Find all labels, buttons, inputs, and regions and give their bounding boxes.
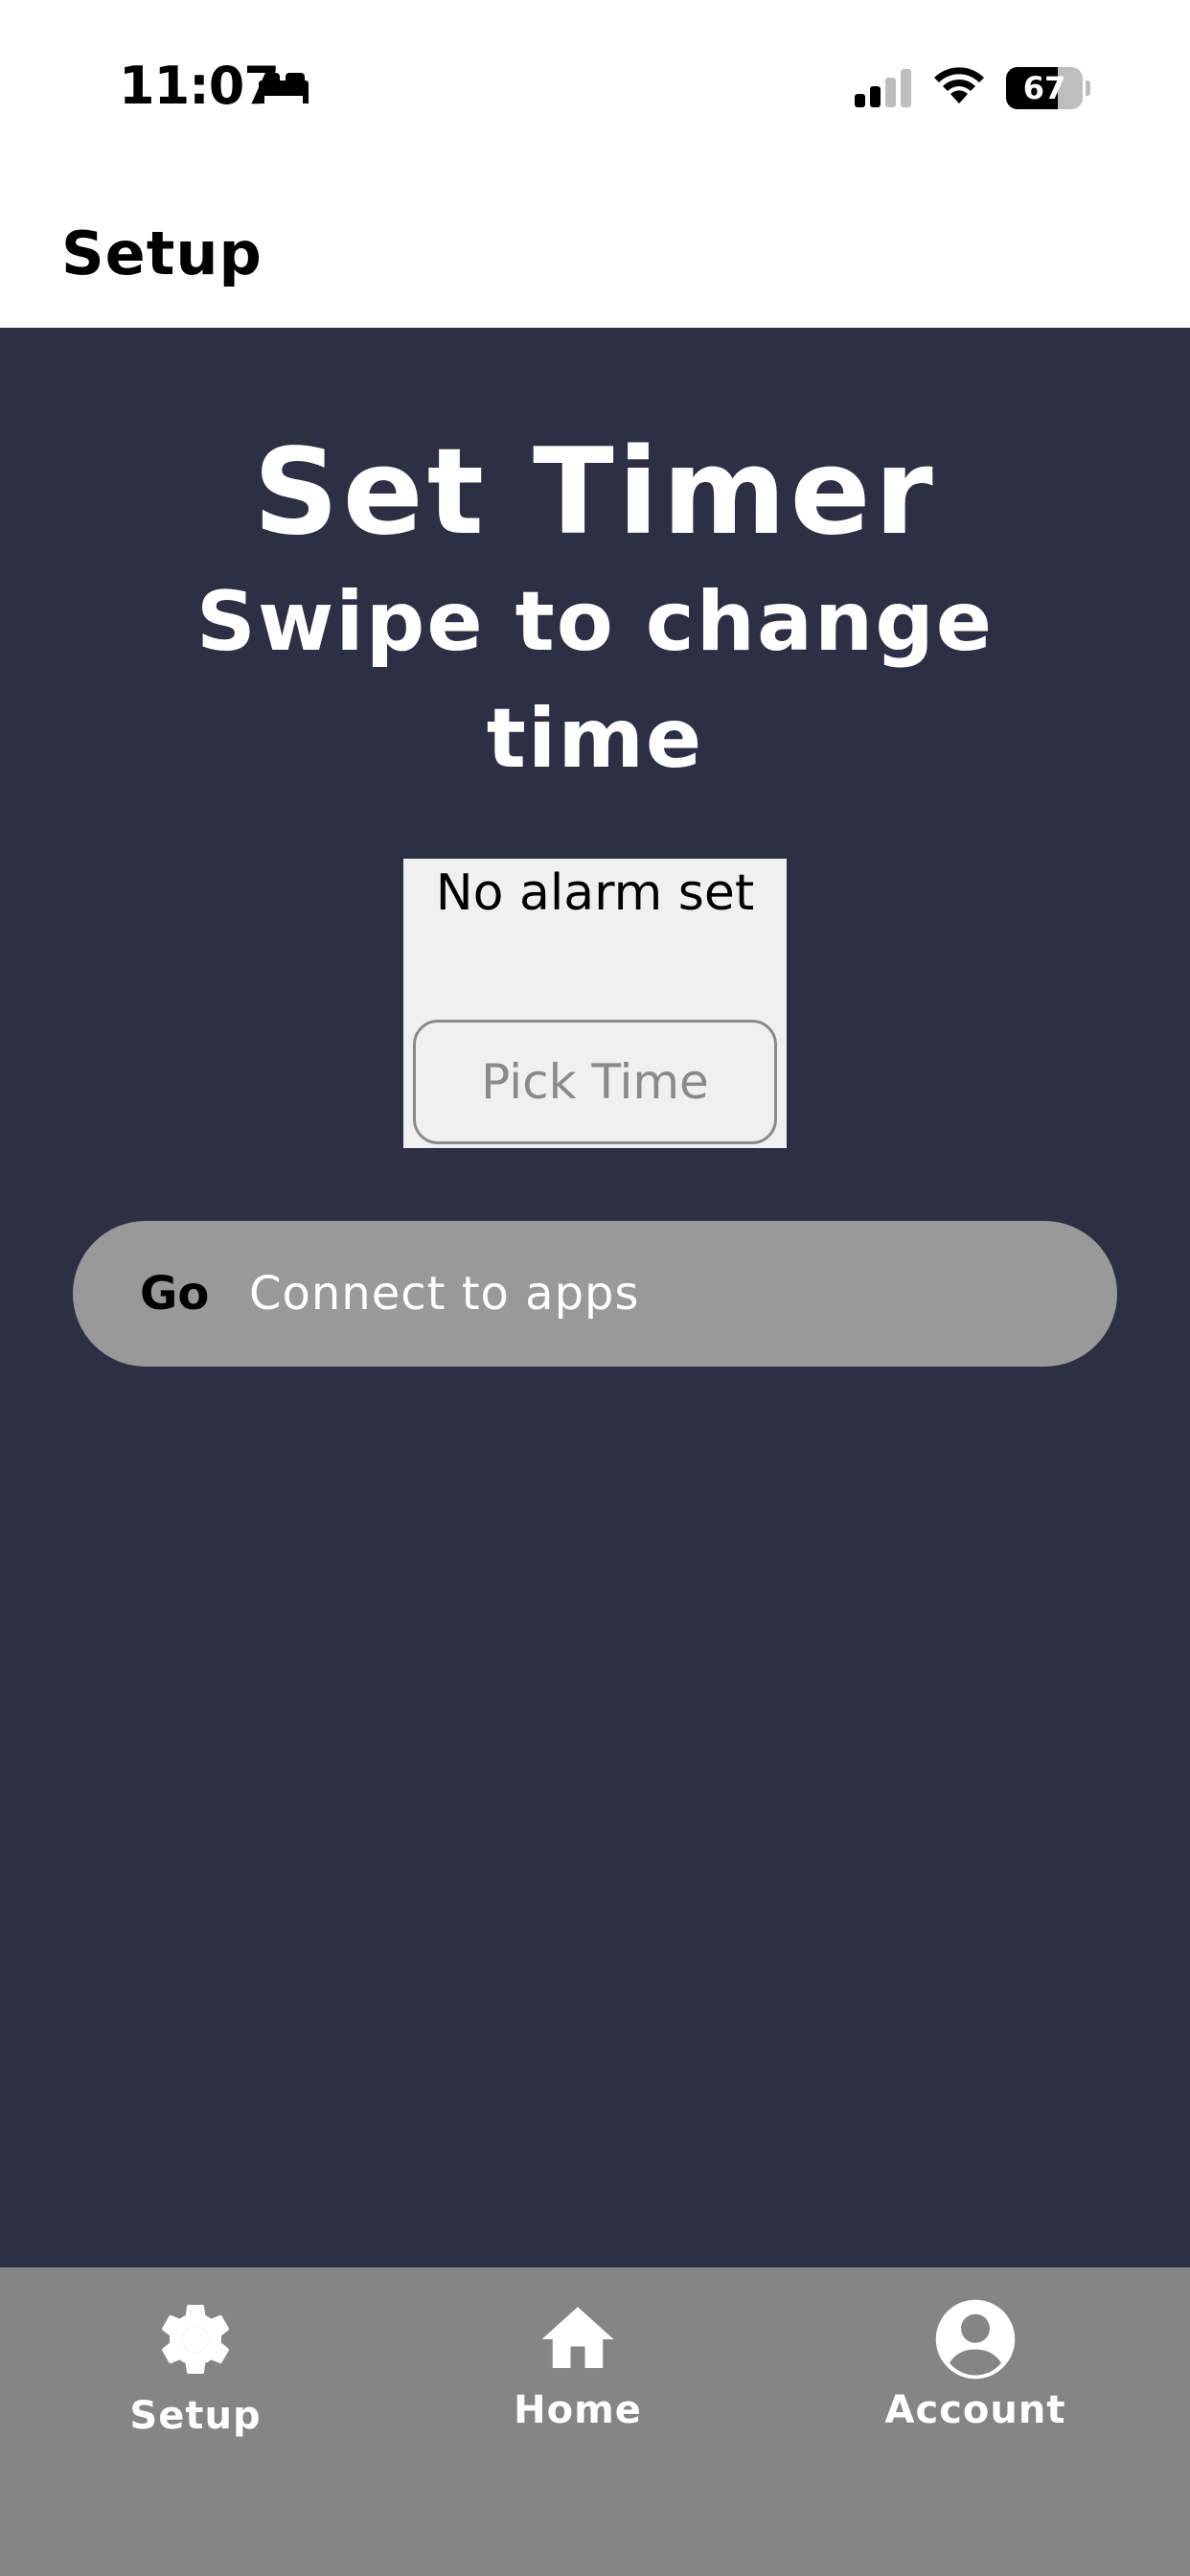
battery-level: 67 <box>1022 70 1066 106</box>
nav-label-setup: Setup <box>129 2394 262 2438</box>
gear-icon <box>161 2305 230 2374</box>
app-header: Setup <box>0 172 1190 328</box>
swipe-instruction: Swipe to change time <box>195 574 995 787</box>
nav-label-home: Home <box>514 2388 642 2432</box>
set-timer-title: Set Timer <box>253 424 937 562</box>
page-title: Setup <box>61 218 263 288</box>
battery-icon: 67 <box>1006 67 1090 109</box>
wifi-icon <box>934 67 984 104</box>
pick-time-button[interactable]: Pick Time <box>413 1020 777 1144</box>
bottom-nav: Setup Home Account <box>0 2267 1190 2576</box>
connect-label: Connect to apps <box>249 1267 640 1321</box>
main-content: Set Timer Swipe to change time No alarm … <box>0 328 1190 2267</box>
nav-item-setup[interactable]: Setup <box>52 2296 339 2488</box>
alarm-status-text: No alarm set <box>435 864 755 922</box>
nav-item-account[interactable]: Account <box>832 2296 1119 2488</box>
nav-item-home[interactable]: Home <box>434 2296 721 2488</box>
signal-icon <box>855 69 911 107</box>
nav-label-account: Account <box>884 2388 1066 2432</box>
bed-icon <box>259 73 309 104</box>
account-icon <box>935 2299 1016 2380</box>
status-time: 11:07 <box>119 56 280 116</box>
connect-to-apps-button[interactable]: Go Connect to apps <box>73 1221 1117 1367</box>
connect-go-label: Go <box>140 1267 210 1321</box>
status-bar: 11:07 67 <box>0 0 1190 172</box>
home-icon <box>541 2307 614 2368</box>
alarm-panel: No alarm set Pick Time <box>403 859 787 1148</box>
